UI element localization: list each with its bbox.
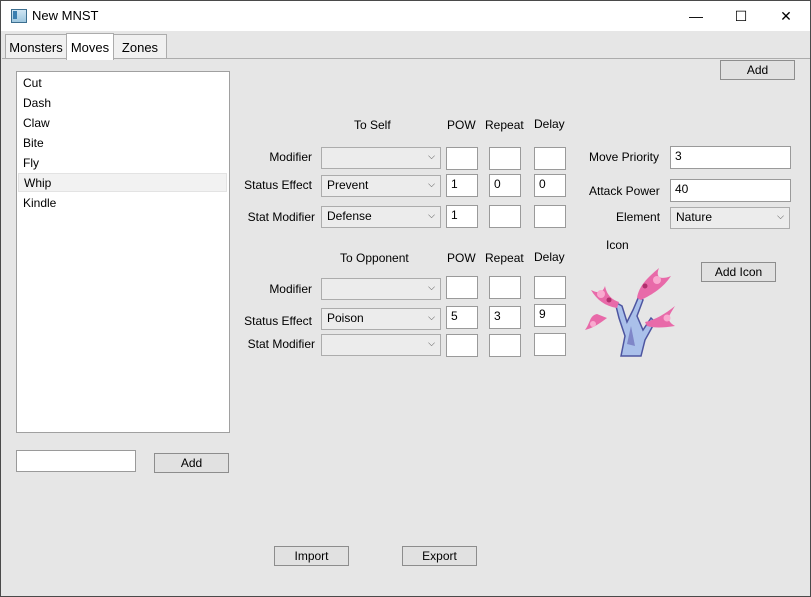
opponent-stat-modifier-repeat[interactable]	[489, 334, 521, 357]
element-select[interactable]: Nature ⌵	[670, 207, 790, 229]
opponent-status-effect-value: Poison	[327, 311, 364, 325]
element-label: Element	[616, 210, 661, 224]
opponent-status-effect-label: Status Effect	[244, 314, 312, 328]
self-stat-modifier-value: Defense	[327, 209, 372, 223]
opponent-stat-modifier-delay[interactable]	[534, 333, 566, 356]
list-item[interactable]: Dash	[18, 94, 227, 113]
list-item[interactable]: Kindle	[18, 194, 227, 213]
opponent-delay-header: Delay	[534, 250, 565, 264]
move-priority-label: Move Priority	[589, 150, 660, 164]
list-item[interactable]: Fly	[18, 154, 227, 173]
self-modifier-repeat[interactable]	[489, 147, 521, 170]
repeat-header: Repeat	[485, 118, 524, 132]
maximize-button[interactable]: ☐	[718, 1, 764, 31]
opponent-status-effect-delay[interactable]: 9	[534, 304, 566, 327]
app-icon	[11, 9, 27, 23]
tab-monsters[interactable]: Monsters	[5, 34, 67, 59]
opponent-status-effect-select[interactable]: Poison ⌵	[321, 308, 441, 330]
opponent-modifier-pow[interactable]	[446, 276, 478, 299]
element-value: Nature	[676, 210, 713, 224]
chevron-down-icon: ⌵	[428, 312, 435, 322]
self-status-effect-select[interactable]: Prevent ⌵	[321, 175, 441, 197]
opponent-stat-modifier-select[interactable]: ⌵	[321, 334, 441, 356]
list-item[interactable]: Cut	[18, 74, 227, 93]
opponent-status-effect-pow[interactable]: 5	[446, 306, 478, 329]
add-button[interactable]: Add	[720, 60, 795, 80]
self-status-effect-delay[interactable]: 0	[534, 174, 566, 197]
tree-sprite-icon	[585, 268, 675, 357]
self-modifier-label: Modifier	[269, 150, 312, 164]
moves-list[interactable]: Cut Dash Claw Bite Fly Whip Kindle	[16, 71, 230, 433]
self-status-effect-repeat[interactable]: 0	[489, 174, 521, 197]
self-status-effect-pow[interactable]: 1	[446, 174, 478, 197]
opponent-modifier-label: Modifier	[269, 282, 312, 296]
delay-header: Delay	[534, 117, 565, 131]
minimize-button[interactable]: —	[673, 1, 719, 31]
opponent-modifier-repeat[interactable]	[489, 276, 521, 299]
self-status-effect-label: Status Effect	[244, 178, 312, 192]
tab-moves[interactable]: Moves	[66, 33, 114, 60]
to-self-header: To Self	[354, 118, 391, 132]
chevron-down-icon: ⌵	[428, 338, 435, 348]
export-button[interactable]: Export	[402, 546, 477, 566]
opponent-stat-modifier-label: Stat Modifier	[247, 337, 315, 351]
title-bar: New MNST — ☐ ✕	[1, 1, 810, 31]
attack-power-input[interactable]: 40	[670, 179, 791, 202]
close-button[interactable]: ✕	[763, 1, 809, 31]
chevron-down-icon: ⌵	[428, 151, 435, 161]
attack-power-label: Attack Power	[589, 184, 660, 198]
add-move-button[interactable]: Add	[154, 453, 229, 473]
self-stat-modifier-label: Stat Modifier	[247, 210, 315, 224]
chevron-down-icon: ⌵	[428, 210, 435, 220]
self-status-effect-value: Prevent	[327, 178, 369, 192]
window-title: New MNST	[32, 8, 99, 23]
opponent-pow-header: POW	[447, 251, 476, 265]
chevron-down-icon: ⌵	[428, 282, 435, 292]
opponent-modifier-select[interactable]: ⌵	[321, 278, 441, 300]
to-opponent-header: To Opponent	[340, 251, 409, 265]
pow-header: POW	[447, 118, 476, 132]
app-window: New MNST — ☐ ✕ Monsters Moves Zones Add …	[0, 0, 811, 597]
tab-zones[interactable]: Zones	[113, 34, 167, 59]
icon-label: Icon	[606, 238, 629, 252]
self-stat-modifier-select[interactable]: Defense ⌵	[321, 206, 441, 228]
list-item[interactable]: Bite	[18, 134, 227, 153]
self-stat-modifier-delay[interactable]	[534, 205, 566, 228]
new-move-input[interactable]	[16, 450, 136, 472]
self-modifier-pow[interactable]	[446, 147, 478, 170]
self-stat-modifier-pow[interactable]: 1	[446, 205, 478, 228]
opponent-repeat-header: Repeat	[485, 251, 524, 265]
opponent-stat-modifier-pow[interactable]	[446, 334, 478, 357]
self-modifier-delay[interactable]	[534, 147, 566, 170]
self-stat-modifier-repeat[interactable]	[489, 205, 521, 228]
add-icon-button[interactable]: Add Icon	[701, 262, 776, 282]
self-modifier-select[interactable]: ⌵	[321, 147, 441, 169]
opponent-modifier-delay[interactable]	[534, 276, 566, 299]
import-button[interactable]: Import	[274, 546, 349, 566]
chevron-down-icon: ⌵	[428, 179, 435, 189]
list-item[interactable]: Claw	[18, 114, 227, 133]
move-priority-input[interactable]: 3	[670, 146, 791, 169]
list-item-selected[interactable]: Whip	[18, 173, 227, 192]
chevron-down-icon: ⌵	[777, 211, 784, 221]
opponent-status-effect-repeat[interactable]: 3	[489, 306, 521, 329]
